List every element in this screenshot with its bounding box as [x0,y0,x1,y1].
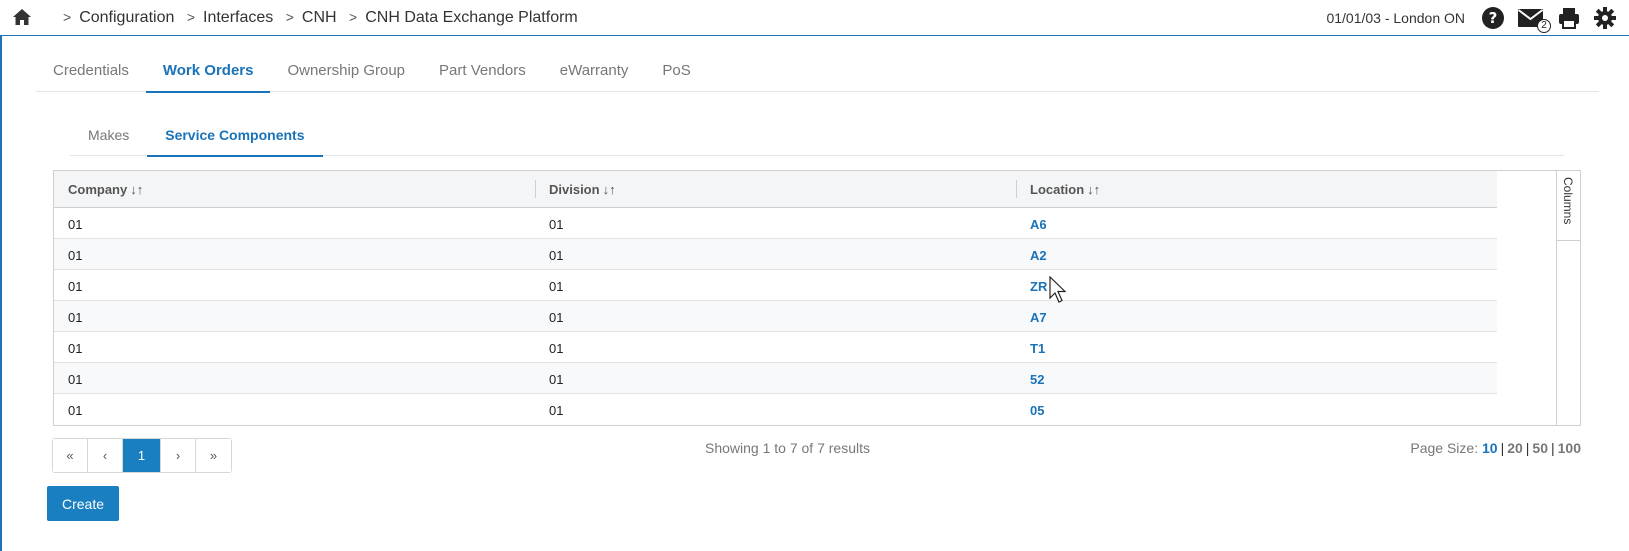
sort-icon: ↓↑ [602,182,616,197]
tab-work-orders[interactable]: Work Orders [145,52,271,93]
cell-company: 01 [68,372,83,387]
cell-company: 01 [68,279,83,294]
top-bar: > Configuration > Interfaces > CNH > CNH Dat… [0,0,1629,36]
cell-location-link[interactable]: A7 [1030,301,1047,332]
print-icon[interactable] [1557,6,1581,30]
columns-toggle-label: Columns [1561,177,1575,225]
cell-company: 01 [68,310,83,325]
breadcrumb-cnh[interactable]: CNH [302,9,337,26]
page-size-divider: | [1500,440,1505,456]
cell-location-link[interactable]: A6 [1030,208,1047,239]
tab-part-vendors[interactable]: Part Vendors [422,52,543,92]
help-icon[interactable]: ? [1481,6,1505,30]
tab-pos[interactable]: PoS [645,52,707,92]
column-header-company[interactable]: Company ↓↑ [68,171,143,207]
primary-tabs: Credentials Work Orders Ownership Group … [36,52,1599,93]
tab-credentials[interactable]: Credentials [36,52,146,92]
sort-icon: ↓↑ [1087,182,1101,197]
page-size-label: Page Size: [1410,440,1479,456]
column-header-division[interactable]: Division ↓↑ [549,171,616,207]
mail-icon[interactable]: 2 [1517,6,1551,33]
cell-division: 01 [549,341,564,356]
pager-last-button[interactable]: » [196,439,231,472]
subtab-makes[interactable]: Makes [70,117,147,156]
breadcrumb-current-page: CNH Data Exchange Platform [365,9,578,26]
cell-location-link[interactable]: 05 [1030,394,1044,425]
columns-toggle-button[interactable]: Columns [1557,171,1580,241]
breadcrumb-interfaces[interactable]: Interfaces [203,9,273,26]
cell-company: 01 [68,217,83,232]
pagination: « ‹ 1 › » [52,438,232,473]
home-icon[interactable] [12,8,32,26]
pager-first-button[interactable]: « [53,439,88,472]
column-header-label: Division [549,182,600,197]
cell-division: 01 [549,217,564,232]
page-size-selector: Page Size: 10 | 20 | 50 | 100 [1410,440,1581,456]
page-size-divider: | [1551,440,1555,456]
breadcrumb: > Configuration > Interfaces > CNH > CNH Dat… [55,9,578,27]
breadcrumb-configuration[interactable]: Configuration [79,9,174,26]
page-size-option-50[interactable]: 50 [1532,440,1548,456]
breadcrumb-separator: > [63,9,72,25]
cell-division: 01 [549,403,564,418]
tab-ewarranty[interactable]: eWarranty [543,52,646,92]
cell-division: 01 [549,372,564,387]
cell-location-link[interactable]: 52 [1030,363,1044,394]
table-row: 01 01 52 [54,363,1497,394]
column-header-location[interactable]: Location ↓↑ [1030,171,1100,207]
breadcrumb-separator: > [285,9,294,25]
pager-page-1[interactable]: 1 [123,439,161,472]
column-resize-handle[interactable] [535,180,536,198]
mail-count-badge: 2 [1537,19,1551,33]
svg-text:?: ? [1489,9,1498,27]
breadcrumb-separator: > [186,9,195,25]
page-size-option-100[interactable]: 100 [1558,440,1581,456]
table-row: 01 01 A2 [54,239,1497,270]
column-header-label: Company [68,182,128,197]
pager-prev-button[interactable]: ‹ [88,439,123,472]
cell-company: 01 [68,341,83,356]
left-accent-rule [0,0,2,551]
table-row: 01 01 A7 [54,301,1497,332]
pager-next-button[interactable]: › [161,439,196,472]
top-right-tools: 01/01/03 - London ON ? 2 [1326,6,1629,33]
cell-company: 01 [68,403,83,418]
table-row: 01 01 T1 [54,332,1497,363]
results-summary: Showing 1 to 7 of 7 results [705,440,870,456]
columns-side-panel: Columns [1556,171,1580,425]
subtab-service-components[interactable]: Service Components [147,117,323,157]
secondary-tabs: Makes Service Components [70,117,1564,157]
breadcrumb-separator: > [349,9,358,25]
cell-division: 01 [549,248,564,263]
page-size-option-20[interactable]: 20 [1507,440,1523,456]
gear-icon[interactable] [1593,6,1617,30]
cell-location-link[interactable]: A2 [1030,239,1047,270]
create-button[interactable]: Create [47,486,119,521]
cell-location-link[interactable]: T1 [1030,332,1045,363]
sort-icon: ↓↑ [130,182,144,197]
page-size-option-10[interactable]: 10 [1482,440,1498,456]
table-row: 01 01 A6 [54,208,1497,239]
page-size-divider: | [1525,440,1530,456]
date-location: 01/01/03 - London ON [1326,10,1465,26]
column-resize-handle[interactable] [1016,180,1017,198]
cell-division: 01 [549,310,564,325]
service-components-table: Company ↓↑ Division ↓↑ Location ↓↑ 01 01 A6… [53,170,1581,426]
table-header: Company ↓↑ Division ↓↑ Location ↓↑ [54,171,1497,208]
tab-ownership-group[interactable]: Ownership Group [270,52,422,92]
table-row: 01 01 ZR [54,270,1497,301]
table-row: 01 01 05 [54,394,1497,425]
column-header-label: Location [1030,182,1085,197]
cell-company: 01 [68,248,83,263]
cell-location-link[interactable]: ZR [1030,270,1047,301]
cell-division: 01 [549,279,564,294]
